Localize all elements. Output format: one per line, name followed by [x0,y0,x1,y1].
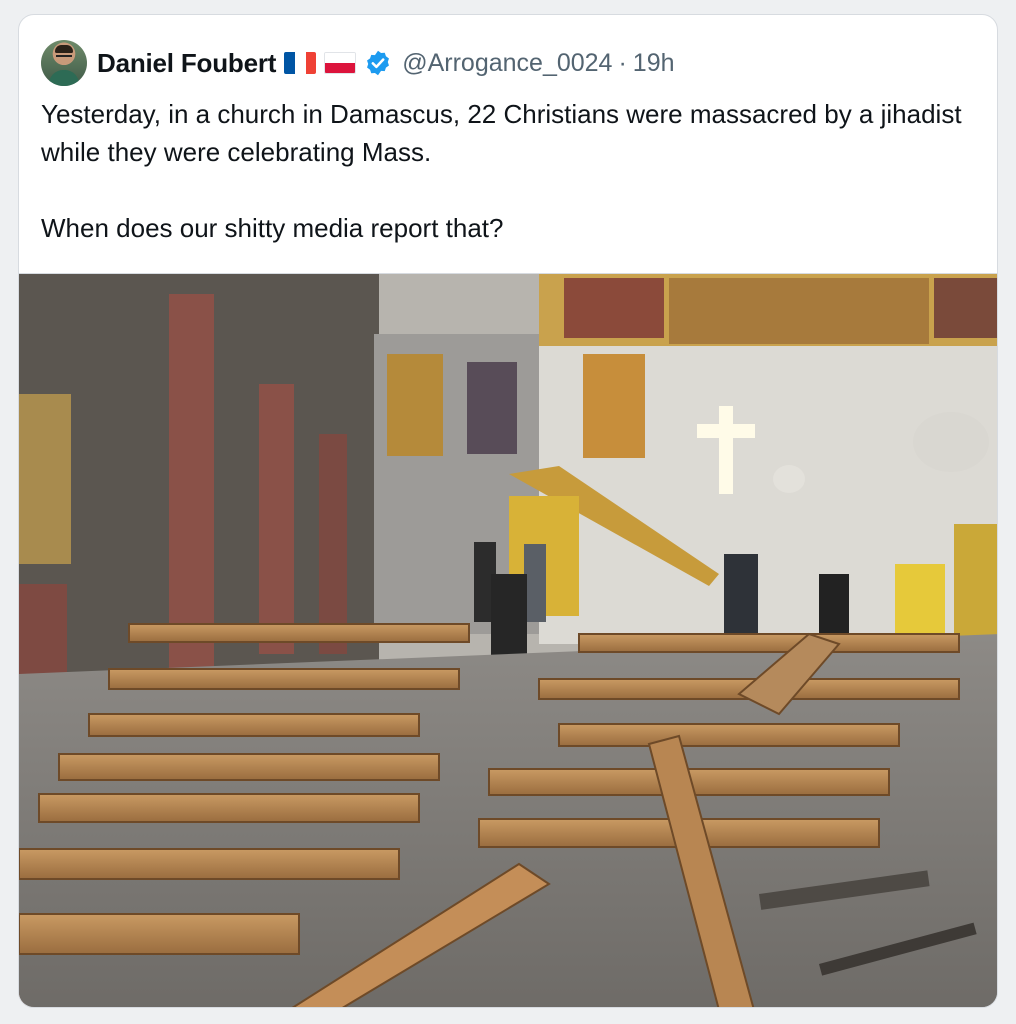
tweet-card[interactable]: Daniel Foubert @Arrogance_0024 · 19h Yes… [18,14,998,1008]
tweet-timestamp[interactable]: 19h [633,49,675,78]
tweet-text: Yesterday, in a church in Damascus, 22 C… [41,99,962,243]
author-handle[interactable]: @Arrogance_0024 [402,49,612,78]
avatar[interactable] [41,40,87,86]
tweet-header: Daniel Foubert @Arrogance_0024 · 19h [41,39,675,87]
author-name[interactable]: Daniel Foubert [97,48,276,79]
church-interior-photo [19,274,997,1007]
verified-badge-icon [367,50,390,76]
flag-france-icon [284,52,317,74]
tweet-photo[interactable] [19,273,997,1007]
flag-poland-icon [324,52,357,74]
separator-dot: · [618,48,627,77]
